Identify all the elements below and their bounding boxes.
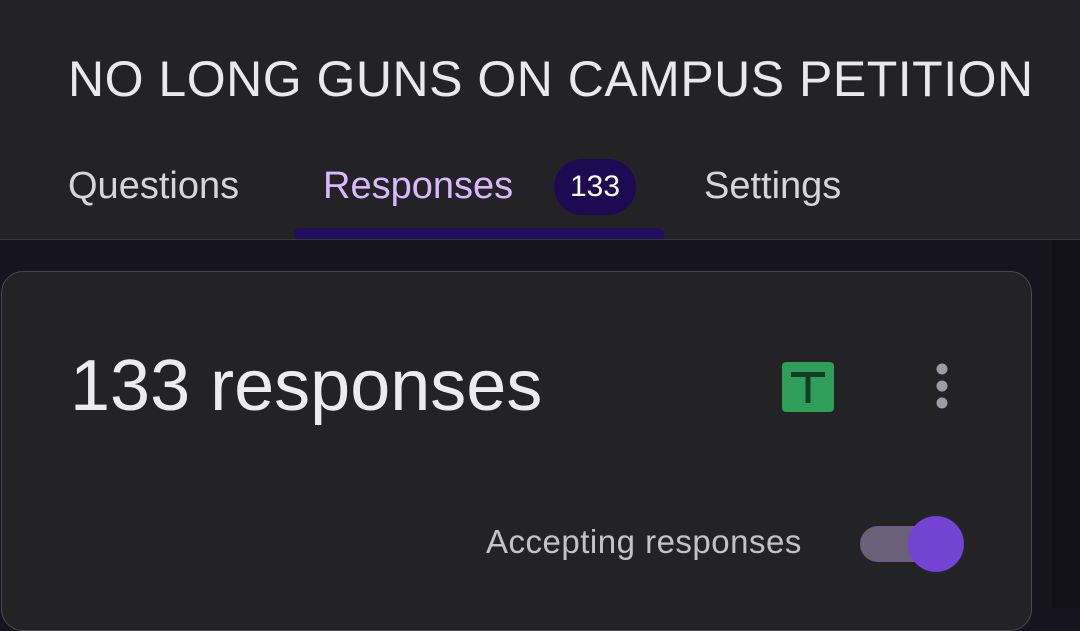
accepting-responses-toggle[interactable] bbox=[860, 514, 968, 574]
responses-count-badge: 133 bbox=[554, 159, 636, 215]
response-count-heading: 133 responses bbox=[70, 346, 543, 426]
responses-summary-card bbox=[1, 271, 1032, 631]
active-tab-indicator bbox=[294, 228, 664, 239]
form-title: NO LONG GUNS ON CAMPUS PETITION bbox=[68, 51, 1034, 107]
form-header: NO LONG GUNS ON CAMPUS PETITION Question… bbox=[0, 0, 1080, 240]
toggle-thumb bbox=[908, 516, 964, 572]
more-vert-icon[interactable] bbox=[922, 360, 962, 414]
tab-questions[interactable]: Questions bbox=[68, 160, 239, 212]
scrollbar-track[interactable] bbox=[1052, 240, 1080, 608]
tab-settings[interactable]: Settings bbox=[704, 160, 841, 212]
google-sheets-icon[interactable] bbox=[782, 362, 834, 412]
accepting-responses-label: Accepting responses bbox=[486, 523, 802, 560]
tab-responses[interactable]: Responses bbox=[323, 160, 513, 212]
